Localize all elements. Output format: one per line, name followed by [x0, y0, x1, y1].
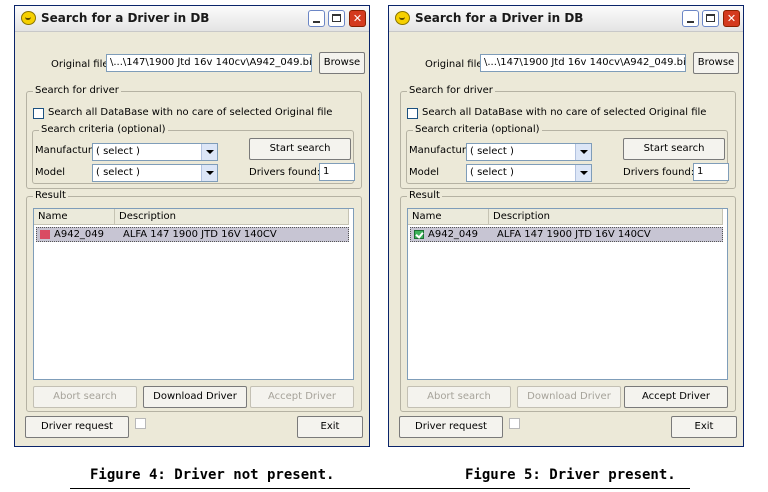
maximize-button[interactable] — [328, 10, 345, 27]
driver-request-button[interactable]: Driver request — [399, 416, 503, 438]
abort-search-button: Abort search — [407, 386, 511, 408]
abort-search-button: Abort search — [33, 386, 137, 408]
search-driver-window-2: Search for a Driver in DB ✕ Original fil… — [388, 5, 744, 447]
accept-driver-button[interactable]: Accept Driver — [624, 386, 728, 408]
search-all-label: Search all DataBase with no care of sele… — [48, 107, 333, 118]
column-header-name[interactable]: Name — [408, 209, 489, 225]
minimize-button[interactable] — [308, 10, 325, 27]
search-all-checkbox[interactable] — [407, 108, 418, 119]
accept-driver-button: Accept Driver — [250, 386, 354, 408]
chevron-down-icon[interactable] — [575, 144, 591, 160]
model-value: ( select ) — [96, 167, 140, 178]
chevron-down-icon[interactable] — [201, 165, 217, 181]
result-list[interactable]: Name Description A942_049 ALFA 147 1900 … — [407, 208, 728, 380]
window-title: Search for a Driver in DB — [415, 11, 584, 25]
manufacture-value: ( select ) — [470, 146, 514, 157]
drivers-found-field: 1 — [319, 163, 355, 181]
exit-button[interactable]: Exit — [671, 416, 737, 438]
search-criteria-group: Search criteria (optional) Manufacture (… — [406, 124, 729, 184]
group-title: Result — [33, 190, 68, 201]
drivers-found-field: 1 — [693, 163, 729, 181]
close-button[interactable]: ✕ — [723, 10, 740, 27]
group-title: Search for driver — [33, 85, 121, 96]
manufacture-select[interactable]: ( select ) — [466, 143, 592, 161]
close-icon: ✕ — [726, 12, 737, 25]
driver-name-cell: A942_049 — [428, 229, 479, 240]
start-search-button[interactable]: Start search — [249, 138, 351, 160]
figure-caption-4: Figure 4: Driver not present. — [90, 467, 335, 483]
app-smiley-icon — [21, 11, 36, 25]
start-search-button[interactable]: Start search — [623, 138, 725, 160]
table-row[interactable]: A942_049 ALFA 147 1900 JTD 16V 140CV — [36, 227, 349, 242]
download-driver-button[interactable]: Download Driver — [143, 386, 247, 408]
original-file-field[interactable]: \...\147\1900 Jtd 16v 140cv\A942_049.bin — [106, 54, 312, 72]
title-bar[interactable]: Search for a Driver in DB ✕ — [389, 6, 743, 32]
result-list[interactable]: Name Description A942_049 ALFA 147 1900 … — [33, 208, 354, 380]
manufacture-label: Manufacture — [35, 145, 98, 156]
group-title: Search criteria (optional) — [413, 124, 542, 135]
model-label: Model — [35, 167, 66, 178]
original-file-field[interactable]: \...\147\1900 Jtd 16v 140cv\A942_049.bin — [480, 54, 686, 72]
group-title: Result — [407, 190, 442, 201]
figure-caption-5: Figure 5: Driver present. — [465, 467, 676, 483]
column-header-description[interactable]: Description — [115, 209, 349, 225]
model-select[interactable]: ( select ) — [466, 164, 592, 182]
driver-description-cell: ALFA 147 1900 JTD 16V 140CV — [497, 229, 651, 240]
search-driver-window-1: Search for a Driver in DB ✕ Original fil… — [14, 5, 370, 447]
driver-missing-icon — [40, 230, 50, 239]
model-value: ( select ) — [470, 167, 514, 178]
group-title: Search for driver — [407, 85, 495, 96]
browse-button[interactable]: Browse — [319, 52, 365, 74]
app-smiley-icon — [395, 11, 410, 25]
manufacture-label: Manufacture — [409, 145, 472, 156]
search-all-checkbox[interactable] — [33, 108, 44, 119]
model-select[interactable]: ( select ) — [92, 164, 218, 182]
driver-request-button[interactable]: Driver request — [25, 416, 129, 438]
driver-name-cell: A942_049 — [54, 229, 105, 240]
drivers-found-label: Drivers found: — [623, 167, 695, 178]
original-file-label: Original file: — [51, 59, 112, 70]
search-for-driver-group: Search for driver Search all DataBase wi… — [400, 85, 736, 189]
download-driver-button: Download Driver — [517, 386, 621, 408]
search-for-driver-group: Search for driver Search all DataBase wi… — [26, 85, 362, 189]
model-label: Model — [409, 167, 440, 178]
divider-line — [70, 488, 690, 489]
driver-request-checkbox[interactable] — [509, 418, 520, 429]
driver-request-checkbox[interactable] — [135, 418, 146, 429]
result-group: Result Name Description A942_049 ALFA 14… — [26, 190, 362, 412]
browse-button[interactable]: Browse — [693, 52, 739, 74]
column-header-description[interactable]: Description — [489, 209, 723, 225]
search-criteria-group: Search criteria (optional) Manufacture (… — [32, 124, 355, 184]
exit-button[interactable]: Exit — [297, 416, 363, 438]
original-file-label: Original file: — [425, 59, 486, 70]
drivers-found-label: Drivers found: — [249, 167, 321, 178]
result-group: Result Name Description A942_049 ALFA 14… — [400, 190, 736, 412]
table-row[interactable]: A942_049 ALFA 147 1900 JTD 16V 140CV — [410, 227, 723, 242]
driver-present-check-icon — [414, 230, 424, 239]
driver-description-cell: ALFA 147 1900 JTD 16V 140CV — [123, 229, 277, 240]
close-icon: ✕ — [352, 12, 363, 25]
chevron-down-icon[interactable] — [575, 165, 591, 181]
manufacture-value: ( select ) — [96, 146, 140, 157]
search-all-label: Search all DataBase with no care of sele… — [422, 107, 707, 118]
title-bar[interactable]: Search for a Driver in DB ✕ — [15, 6, 369, 32]
maximize-button[interactable] — [702, 10, 719, 27]
chevron-down-icon[interactable] — [201, 144, 217, 160]
close-button[interactable]: ✕ — [349, 10, 366, 27]
group-title: Search criteria (optional) — [39, 124, 168, 135]
minimize-button[interactable] — [682, 10, 699, 27]
window-title: Search for a Driver in DB — [41, 11, 210, 25]
column-header-name[interactable]: Name — [34, 209, 115, 225]
manufacture-select[interactable]: ( select ) — [92, 143, 218, 161]
